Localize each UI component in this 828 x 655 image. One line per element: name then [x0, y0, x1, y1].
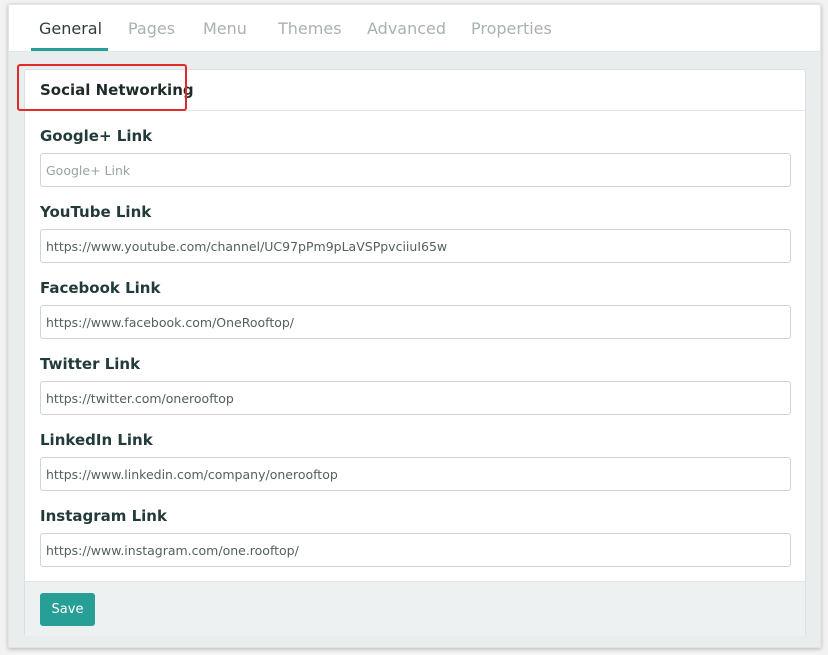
active-tab-indicator: [31, 48, 108, 51]
facebook-label: Facebook Link: [40, 279, 161, 297]
instagram-label: Instagram Link: [40, 507, 167, 525]
twitter-label: Twitter Link: [40, 355, 141, 373]
twitter-input[interactable]: [40, 381, 791, 415]
tab-general[interactable]: General: [39, 19, 102, 38]
tab-themes[interactable]: Themes: [278, 19, 342, 38]
tab-menu[interactable]: Menu: [203, 19, 247, 38]
facebook-input[interactable]: [40, 305, 791, 339]
card-header: Social Networking: [17, 64, 805, 111]
save-button[interactable]: Save: [40, 593, 95, 626]
linkedin-input[interactable]: [40, 457, 791, 491]
tab-properties[interactable]: Properties: [471, 19, 552, 38]
linkedin-label: LinkedIn Link: [40, 431, 153, 449]
youtube-input[interactable]: [40, 229, 791, 263]
google-plus-label: Google+ Link: [40, 127, 153, 145]
google-plus-input[interactable]: [40, 153, 791, 187]
social-networking-card: Social Networking Google+ Link YouTube L…: [17, 64, 806, 636]
highlight-annotation: [17, 64, 187, 111]
settings-window: General Pages Menu Themes Advanced Prope…: [8, 4, 821, 648]
tab-advanced[interactable]: Advanced: [367, 19, 446, 38]
youtube-label: YouTube Link: [40, 203, 152, 221]
instagram-input[interactable]: [40, 533, 791, 567]
card-footer: Save: [25, 581, 805, 636]
tab-bar: General Pages Menu Themes Advanced Prope…: [9, 5, 820, 52]
tab-pages[interactable]: Pages: [128, 19, 175, 38]
